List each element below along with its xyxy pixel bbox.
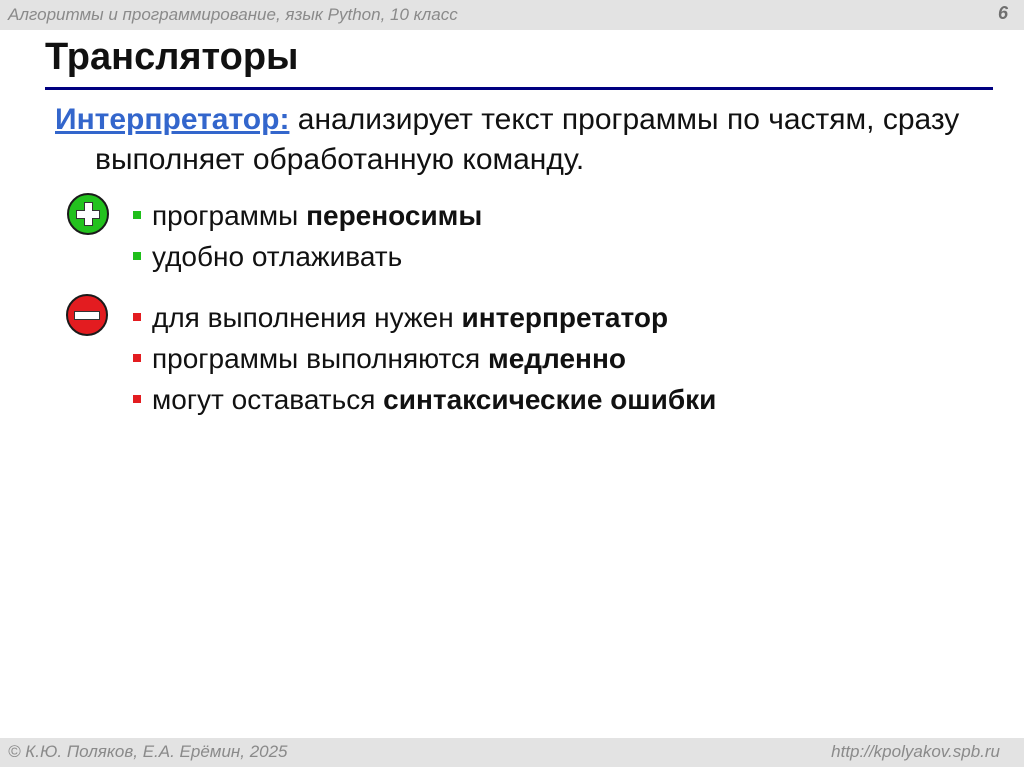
list-item: удобно отлаживать: [133, 236, 482, 277]
cons-list: для выполнения нужен интерпретатор прогр…: [133, 297, 716, 420]
list-item: программы переносимы: [133, 195, 482, 236]
item-emphasis: интерпретатор: [461, 302, 669, 333]
intro-paragraph: Интерпретатор: анализирует текст програм…: [55, 100, 975, 180]
item-text: для выполнения нужен: [152, 302, 462, 333]
minus-icon: [66, 294, 108, 336]
footer-authors: © К.Ю. Поляков, Е.А. Ерёмин, 2025: [8, 742, 288, 761]
green-bullet-icon: [133, 211, 141, 219]
list-item: программы выполняются медленно: [133, 338, 716, 379]
item-text: программы выполняются: [152, 343, 488, 374]
plus-icon: [67, 193, 109, 235]
pros-list: программы переносимы удобно отлаживать: [133, 195, 482, 277]
intro-term: Интерпретатор:: [55, 103, 290, 136]
footer-bar: © К.Ю. Поляков, Е.А. Ерёмин, 2025 http:/…: [0, 738, 1024, 767]
page-number: 6: [997, 3, 1008, 23]
red-bullet-icon: [133, 354, 141, 362]
item-text: могут оставаться: [152, 384, 384, 415]
red-bullet-icon: [133, 313, 141, 321]
footer-url[interactable]: http://kpolyakov.spb.ru: [831, 742, 1000, 762]
green-bullet-icon: [133, 252, 141, 260]
item-text: программы: [152, 200, 307, 231]
course-title: Алгоритмы и программирование, язык Pytho…: [8, 5, 458, 24]
item-text: удобно отлаживать: [152, 241, 403, 272]
item-emphasis: синтаксические ошибки: [383, 384, 717, 415]
header-bar: Алгоритмы и программирование, язык Pytho…: [0, 0, 1024, 30]
item-emphasis: медленно: [488, 343, 626, 374]
red-bullet-icon: [133, 395, 141, 403]
list-item: могут оставаться синтаксические ошибки: [133, 379, 716, 420]
slide-title: Трансляторы: [45, 36, 299, 78]
title-underline: [45, 87, 993, 90]
list-item: для выполнения нужен интерпретатор: [133, 297, 716, 338]
item-emphasis: переносимы: [306, 200, 483, 231]
